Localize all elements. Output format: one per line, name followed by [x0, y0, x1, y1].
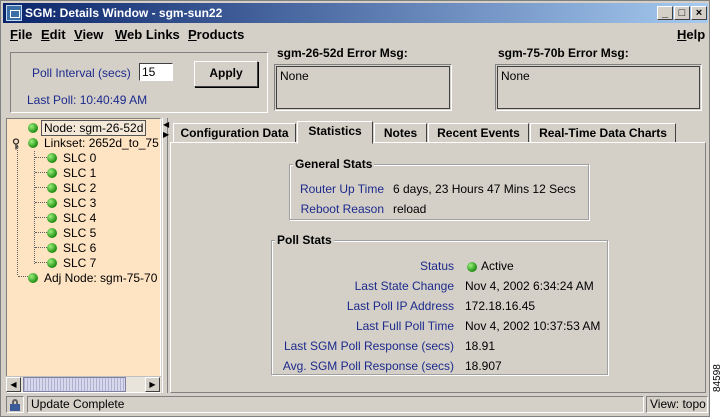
menu-bar: File Edit View Web Links Products Help [3, 25, 708, 45]
last-poll-ip-value: 172.18.16.45 [465, 299, 536, 313]
window-title: SGM: Details Window - sgm-sun22 [25, 6, 223, 20]
tree-item-slc[interactable]: SLC 7 [63, 256, 96, 270]
tree-horizontal-scrollbar[interactable]: ◀ ▶ [6, 376, 161, 392]
tab-notes[interactable]: Notes [374, 123, 427, 143]
tree-item-slc[interactable]: SLC 0 [63, 151, 96, 165]
general-stats-title: General Stats [293, 157, 375, 171]
menu-products[interactable]: Products [188, 27, 244, 42]
tree-item-slc[interactable]: SLC 1 [63, 166, 96, 180]
menu-edit[interactable]: Edit [41, 27, 66, 42]
poll-settings-panel: Poll Interval (secs) 15 Apply Last Poll:… [10, 52, 268, 113]
error-msg-box-node1: None [274, 64, 452, 111]
menu-view[interactable]: View [74, 27, 103, 42]
figure-id-text: 84598 [712, 364, 723, 392]
maximize-button[interactable]: □ [674, 6, 690, 20]
status-ok-icon [28, 138, 38, 148]
last-poll-time: Last Poll: 10:40:49 AM [27, 93, 148, 107]
status-ok-icon [28, 123, 38, 133]
router-up-time-label: Router Up Time [299, 182, 384, 196]
error-msg-box-node2: None [495, 64, 702, 111]
title-bar[interactable]: SGM: Details Window - sgm-sun22 _ □ × [3, 3, 708, 23]
tree-connector [35, 172, 47, 173]
scroll-thumb[interactable] [23, 377, 126, 392]
status-view: View: topo [646, 396, 708, 413]
pane-splitter[interactable]: ◀ ▶ [162, 118, 169, 393]
close-button[interactable]: × [691, 6, 707, 20]
tree-connector [35, 217, 47, 218]
tree-connector [35, 262, 47, 263]
tree-connector [35, 187, 47, 188]
status-label: Status [419, 259, 454, 273]
tree-item-slc[interactable]: SLC 2 [63, 181, 96, 195]
scroll-right-icon[interactable]: ▶ [145, 377, 160, 392]
lock-icon [6, 396, 24, 413]
reboot-reason-label: Reboot Reason [300, 202, 384, 216]
tree-item-slc[interactable]: SLC 4 [63, 211, 96, 225]
last-sgm-poll-response-value: 18.91 [465, 339, 496, 353]
poll-interval-input[interactable]: 15 [139, 63, 173, 81]
reboot-reason-value: reload [393, 202, 427, 216]
general-stats-group: General Stats Router Up Time 6 days, 23 … [289, 157, 589, 220]
last-sgm-poll-response-label: Last SGM Poll Response (secs) [283, 339, 454, 353]
tree-item-node[interactable]: Node: sgm-26-52d [41, 120, 147, 136]
status-ok-icon [47, 243, 57, 253]
figure-id: 84598 [712, 352, 724, 402]
tree-item-linkset[interactable]: Linkset: 2652d_to_75 [44, 136, 159, 150]
error-msg-text-node1: None [276, 66, 450, 109]
avg-sgm-poll-response-label: Avg. SGM Poll Response (secs) [282, 359, 454, 373]
last-state-change-value: Nov 4, 2002 6:34:24 AM [465, 279, 594, 293]
tab-statistics[interactable]: Statistics [297, 121, 373, 144]
tree-connector [35, 202, 47, 203]
status-bar: Update Complete View: topo [3, 395, 708, 415]
status-ok-icon [47, 198, 57, 208]
tree-connector [18, 276, 28, 277]
last-full-poll-time-label: Last Full Poll Time [355, 319, 454, 333]
last-state-change-label: Last State Change [354, 279, 454, 293]
tab-real-time-data-charts[interactable]: Real-Time Data Charts [530, 123, 676, 143]
status-ok-icon [47, 153, 57, 163]
error-msg-label-node1: sgm-26-52d Error Msg: [275, 46, 410, 60]
status-ok-icon [47, 183, 57, 193]
tree-item-slc[interactable]: SLC 5 [63, 226, 96, 240]
tree-item-slc[interactable]: SLC 3 [63, 196, 96, 210]
scroll-left-icon[interactable]: ◀ [6, 377, 21, 392]
tree-connector [35, 232, 47, 233]
minimize-button[interactable]: _ [657, 6, 673, 20]
tab-recent-events[interactable]: Recent Events [428, 123, 529, 143]
avg-sgm-poll-response-value: 18.907 [465, 359, 502, 373]
menu-help[interactable]: Help [677, 27, 705, 42]
error-msg-text-node2: None [497, 66, 700, 109]
status-active-icon [467, 262, 477, 272]
router-up-time-value: 6 days, 23 Hours 47 Mins 12 Secs [393, 182, 576, 196]
tree-connector [35, 247, 47, 248]
details-window: SGM: Details Window - sgm-sun22 _ □ × Fi… [0, 0, 710, 417]
statistics-panel: General Stats Router Up Time 6 days, 23 … [170, 142, 706, 393]
tree-connector [17, 145, 18, 275]
status-ok-icon [47, 228, 57, 238]
status-value: Active [481, 259, 514, 273]
collapse-left-icon[interactable]: ◀ [163, 120, 169, 129]
status-ok-icon [28, 273, 38, 283]
apply-button[interactable]: Apply [194, 61, 258, 87]
tree-item-adj-node[interactable]: Adj Node: sgm-75-70 [44, 271, 157, 285]
status-ok-icon [47, 258, 57, 268]
window-app-icon [6, 5, 22, 21]
last-full-poll-time-value: Nov 4, 2002 10:37:53 AM [465, 319, 601, 333]
menu-file[interactable]: File [10, 27, 32, 42]
expand-key-icon[interactable] [12, 138, 22, 150]
tree-connector [35, 157, 47, 158]
poll-stats-group: Poll Stats Status Active Last State Chan… [271, 233, 608, 375]
menu-web-links[interactable]: Web Links [115, 27, 180, 42]
status-message: Update Complete [27, 396, 644, 413]
tab-configuration-data[interactable]: Configuration Data [173, 123, 296, 143]
status-ok-icon [47, 168, 57, 178]
collapse-right-icon[interactable]: ▶ [163, 130, 169, 139]
poll-stats-title: Poll Stats [275, 233, 334, 247]
last-poll-ip-label: Last Poll IP Address [346, 299, 454, 313]
tree-item-slc[interactable]: SLC 6 [63, 241, 96, 255]
error-msg-label-node2: sgm-75-70b Error Msg: [496, 46, 631, 60]
topology-tree: Node: sgm-26-52d Linkset: 2652d_to_75 SL… [6, 118, 161, 393]
status-ok-icon [47, 213, 57, 223]
poll-interval-label: Poll Interval (secs) [32, 66, 131, 80]
